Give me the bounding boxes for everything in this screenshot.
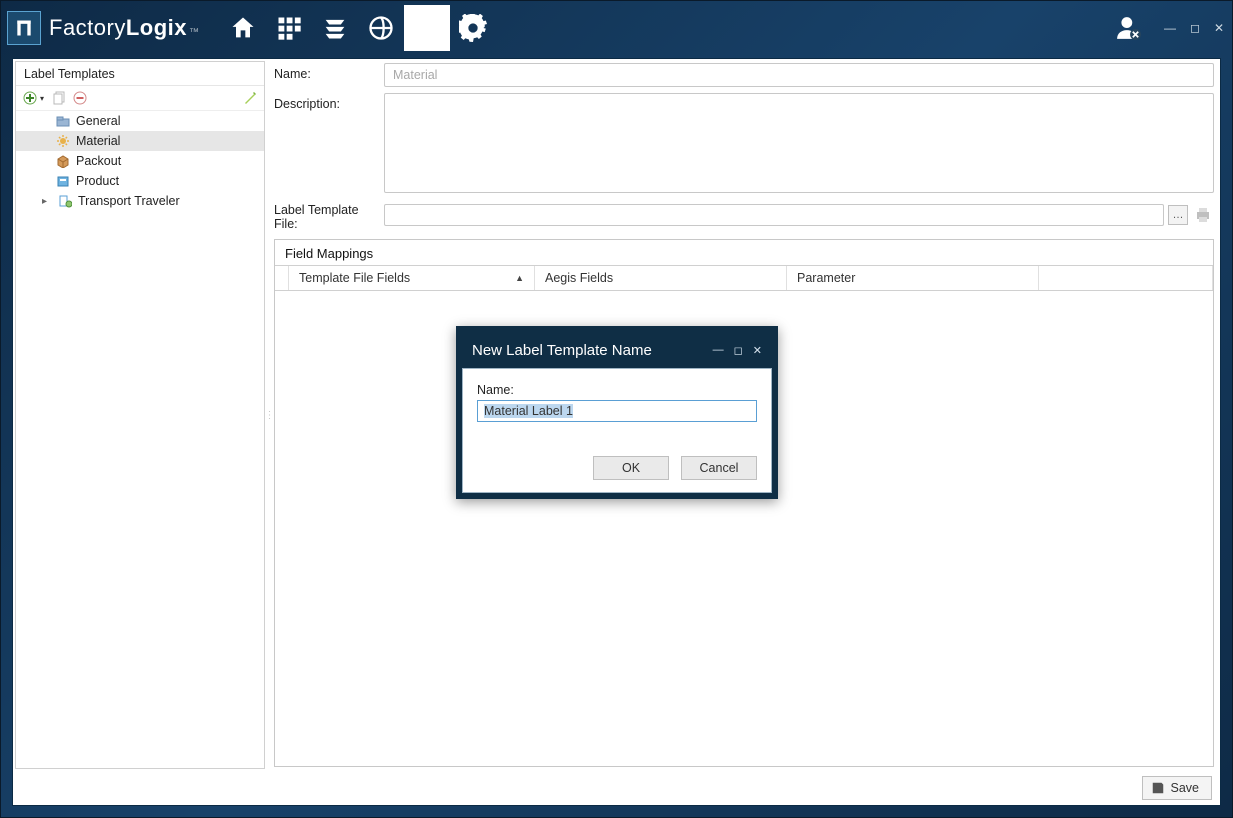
- globe-button[interactable]: [358, 5, 404, 51]
- description-label: Description:: [274, 93, 384, 111]
- grid-button[interactable]: [266, 5, 312, 51]
- templates-tree: General Material Packout Product ▸: [16, 111, 264, 768]
- tree-label: General: [76, 114, 120, 128]
- dialog-title: New Label Template Name: [472, 342, 652, 359]
- description-field[interactable]: [384, 93, 1214, 193]
- tree-item-packout[interactable]: Packout: [16, 151, 264, 171]
- col-template-file-fields[interactable]: Template File Fields▲: [289, 266, 535, 290]
- sort-asc-icon: ▲: [515, 273, 524, 283]
- stack-button[interactable]: [312, 5, 358, 51]
- new-label-template-dialog: New Label Template Name — ◻ ✕ Name: Mate…: [456, 326, 778, 499]
- ok-button[interactable]: OK: [593, 456, 669, 480]
- dialog-maximize-button[interactable]: ◻: [734, 344, 743, 357]
- user-icon[interactable]: [1116, 15, 1142, 41]
- home-button[interactable]: [220, 5, 266, 51]
- add-dropdown-caret[interactable]: ▾: [40, 94, 44, 103]
- copy-icon[interactable]: [52, 90, 68, 106]
- gear-small-icon: [56, 134, 70, 148]
- tree-label: Packout: [76, 154, 121, 168]
- tree-label: Transport Traveler: [78, 194, 180, 208]
- col-parameter[interactable]: Parameter: [787, 266, 1039, 290]
- tree-label: Product: [76, 174, 119, 188]
- browse-button[interactable]: …: [1168, 205, 1188, 225]
- template-file-field[interactable]: [384, 204, 1164, 226]
- product-icon: [56, 174, 70, 188]
- panel-toolbar: ▾: [16, 86, 264, 111]
- dialog-name-label: Name:: [477, 383, 757, 397]
- tree-item-product[interactable]: Product: [16, 171, 264, 191]
- footer-bar: Save: [13, 771, 1220, 805]
- col-aegis-fields[interactable]: Aegis Fields: [535, 266, 787, 290]
- tree-item-general[interactable]: General: [16, 111, 264, 131]
- toolbar-buttons: [220, 5, 496, 51]
- delete-icon[interactable]: [72, 90, 88, 106]
- settings-button[interactable]: [450, 5, 496, 51]
- maximize-button[interactable]: ◻: [1190, 22, 1200, 34]
- window-controls: — ◻ ✕: [1164, 22, 1224, 34]
- box-icon: [56, 154, 70, 168]
- save-icon: [1151, 781, 1165, 795]
- grid-title: Field Mappings: [275, 240, 1213, 265]
- title-bar: FactoryLogix™ — ◻ ✕: [1, 1, 1232, 55]
- wizard-icon[interactable]: [242, 90, 258, 106]
- name-field[interactable]: [384, 63, 1214, 87]
- app-logo: [7, 11, 41, 45]
- close-button[interactable]: ✕: [1214, 22, 1224, 34]
- folder-icon: [56, 114, 70, 128]
- expand-caret-icon[interactable]: ▸: [42, 196, 52, 207]
- grid-header: Template File Fields▲ Aegis Fields Param…: [275, 265, 1213, 291]
- brand-second: Logix: [126, 15, 187, 41]
- tree-item-material[interactable]: Material: [16, 131, 264, 151]
- template-file-label: Label Template File:: [274, 199, 384, 231]
- dialog-minimize-button[interactable]: —: [713, 344, 724, 356]
- tree-item-transport-traveler[interactable]: ▸ Transport Traveler: [16, 191, 264, 211]
- dialog-name-input[interactable]: Material Label 1: [477, 400, 757, 422]
- templates-button[interactable]: [404, 5, 450, 51]
- save-button[interactable]: Save: [1142, 776, 1213, 800]
- add-icon[interactable]: [22, 90, 38, 106]
- brand-first: Factory: [49, 15, 126, 41]
- field-mappings-grid: Field Mappings Template File Fields▲ Aeg…: [274, 239, 1214, 767]
- dialog-title-bar[interactable]: New Label Template Name — ◻ ✕: [462, 332, 772, 368]
- traveler-icon: [58, 194, 72, 208]
- cancel-button[interactable]: Cancel: [681, 456, 757, 480]
- label-templates-panel: Label Templates ▾ General Material: [15, 61, 265, 769]
- tree-label: Material: [76, 134, 120, 148]
- app-brand: FactoryLogix™: [49, 15, 200, 41]
- dialog-close-button[interactable]: ✕: [753, 344, 762, 357]
- panel-title: Label Templates: [16, 62, 264, 86]
- name-label: Name:: [274, 63, 384, 81]
- minimize-button[interactable]: —: [1164, 22, 1176, 34]
- print-icon[interactable]: [1192, 204, 1214, 226]
